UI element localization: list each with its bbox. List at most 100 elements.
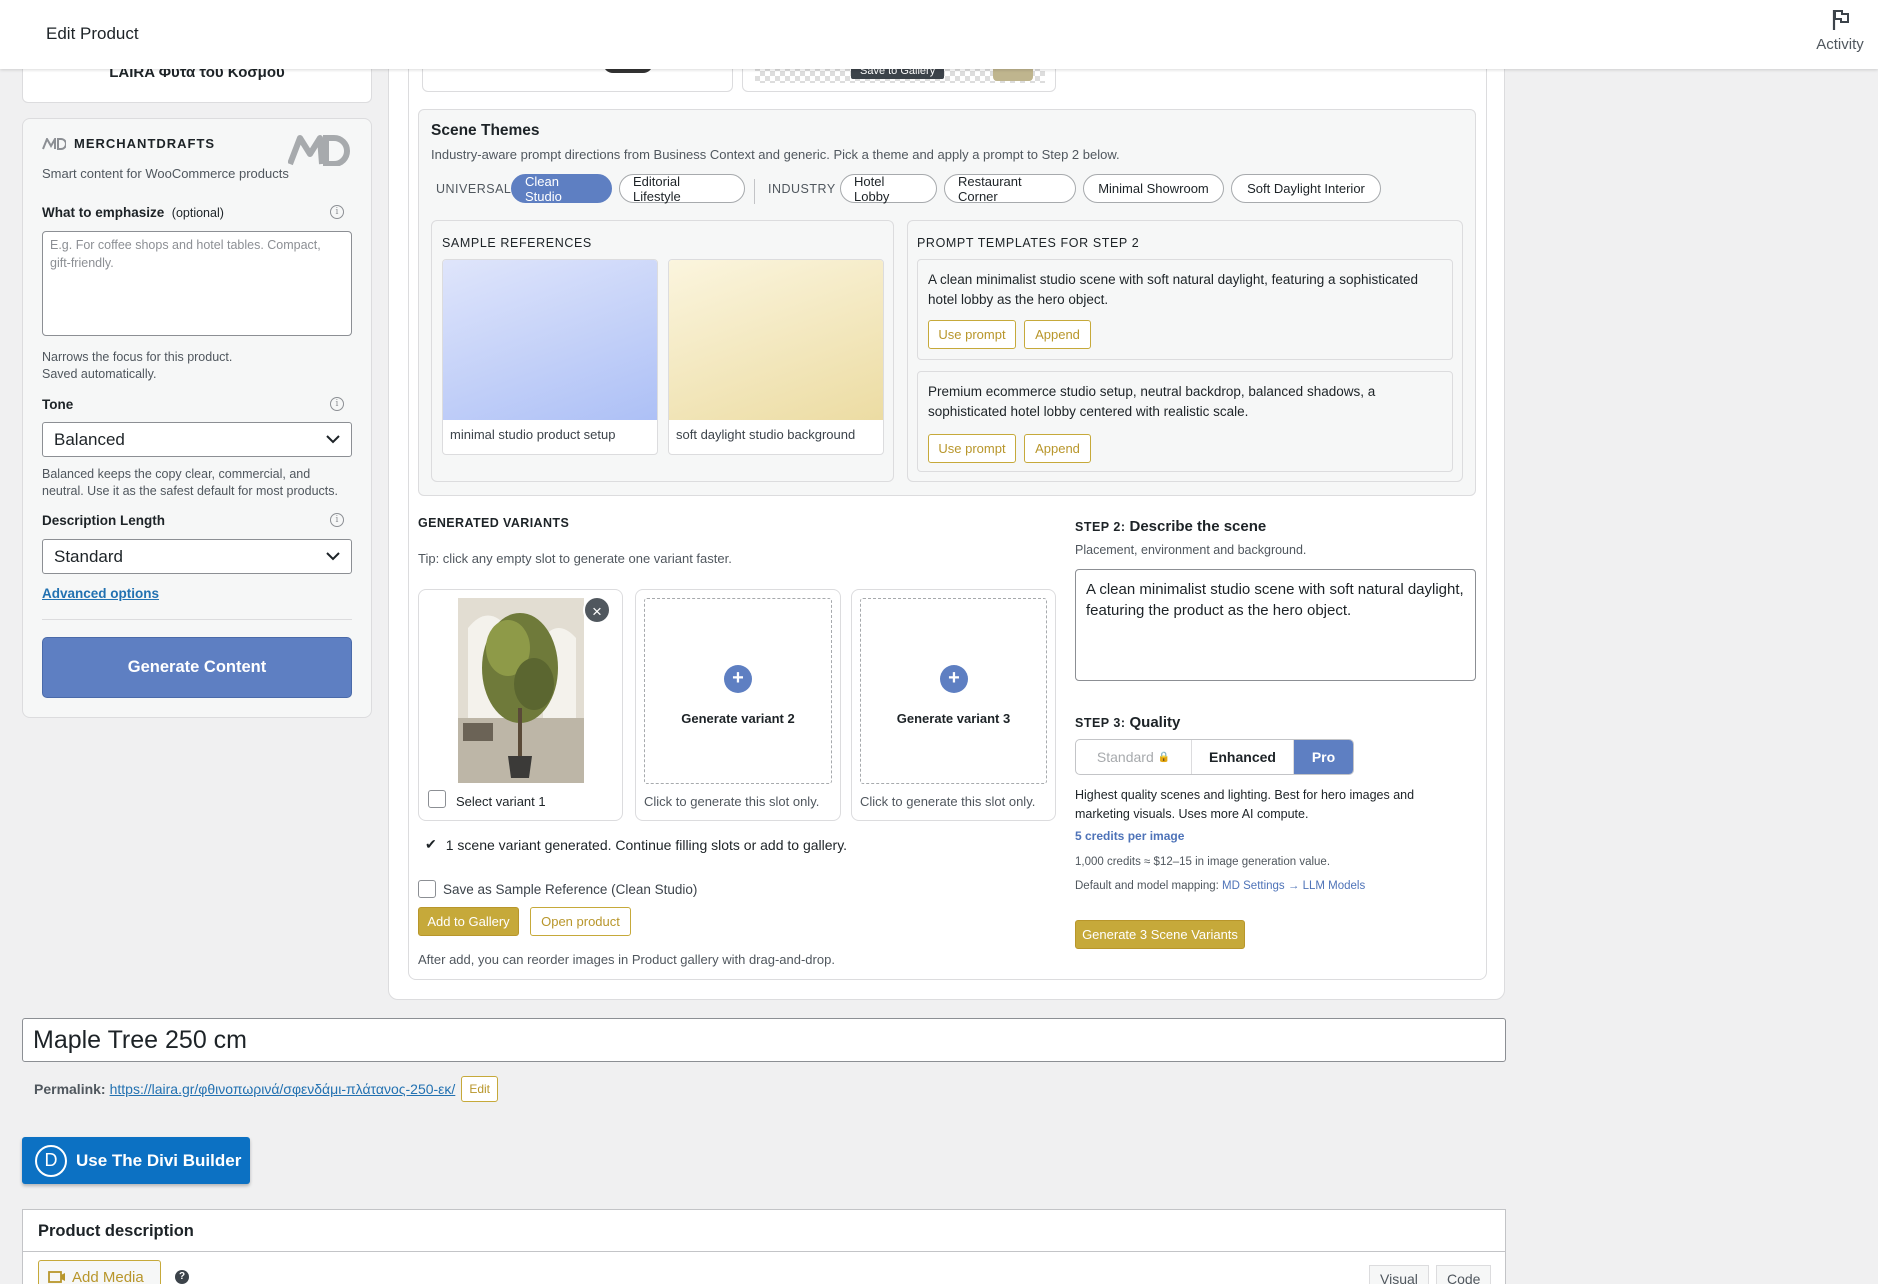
divider (42, 619, 352, 620)
use-prompt-button[interactable]: Use prompt (928, 434, 1016, 463)
select-variant-label: Select variant 1 (456, 794, 546, 809)
chip-editorial-lifestyle[interactable]: Editorial Lifestyle (619, 174, 745, 204)
help-line-2: Saved automatically. (42, 367, 157, 381)
md-settings-link[interactable]: MD Settings → LLM Models (1222, 880, 1365, 892)
step3-heading: STEP 3: Quality (1075, 714, 1180, 731)
divi-builder-button[interactable]: D Use The Divi Builder (22, 1137, 250, 1184)
generated-variants-heading: GENERATED VARIANTS (418, 516, 570, 530)
permalink: Permalink: https://laira.gr/φθινοπωρινά/… (34, 1076, 498, 1102)
length-select[interactable]: Standard (42, 539, 352, 574)
emphasize-label-text: What to emphasize (42, 205, 165, 220)
info-icon[interactable]: i (330, 397, 344, 411)
remove-variant-button[interactable]: × (583, 596, 611, 624)
variant-slot-2[interactable]: + Generate variant 2 Click to generate t… (635, 589, 841, 821)
open-product-button[interactable]: Open product (530, 907, 631, 936)
generate-scene-variants-button[interactable]: Generate 3 Scene Variants (1075, 920, 1245, 949)
variant-status: ✔ 1 scene variant generated. Continue fi… (425, 836, 847, 853)
step3-prefix: STEP 3: (1075, 716, 1126, 730)
quality-enhanced[interactable]: Enhanced (1192, 740, 1294, 774)
step2-prefix: STEP 2: (1075, 520, 1126, 534)
help-icon[interactable]: ? (175, 1270, 189, 1284)
quality-standard-label: Standard (1096, 749, 1154, 765)
empty-slot-area[interactable]: + Generate variant 2 (644, 598, 832, 784)
media-icon (48, 1271, 65, 1283)
prompt-template-text: Premium ecommerce studio setup, neutral … (928, 384, 1376, 419)
slot-footnote: Click to generate this slot only. (860, 794, 1036, 809)
add-media-button[interactable]: Add Media (38, 1260, 161, 1284)
use-prompt-button[interactable]: Use prompt (928, 320, 1016, 349)
scene-themes-subtitle: Industry-aware prompt directions from Bu… (431, 147, 1120, 162)
chip-minimal-showroom[interactable]: Minimal Showroom (1083, 174, 1224, 203)
page-title: Edit Product (46, 24, 139, 43)
chip-restaurant-corner[interactable]: Restaurant Corner (944, 174, 1076, 204)
prompt-template-text: A clean minimalist studio scene with sof… (928, 272, 1419, 307)
industry-label: INDUSTRY (768, 182, 836, 196)
quality-pro[interactable]: Pro (1294, 740, 1353, 774)
credits-value-note: 1,000 credits ≈ $12–15 in image generati… (1075, 856, 1331, 868)
prompt-template-card: A clean minimalist studio scene with sof… (917, 259, 1453, 360)
chevron-down-icon (326, 552, 340, 561)
sample-swatch (669, 260, 883, 420)
permalink-label: Permalink: (34, 1081, 106, 1097)
append-button[interactable]: Append (1024, 434, 1091, 463)
divi-logo-icon: D (35, 1144, 67, 1177)
info-icon[interactable]: i (330, 513, 344, 527)
chip-clean-studio[interactable]: Clean Studio (511, 174, 612, 204)
append-button[interactable]: Append (1024, 320, 1091, 349)
product-description-title: Product description (38, 1222, 194, 1240)
tone-select[interactable]: Balanced (42, 422, 352, 457)
chip-hotel-lobby[interactable]: Hotel Lobby (840, 174, 937, 204)
add-to-gallery-button[interactable]: Add to Gallery (418, 907, 519, 936)
plus-icon: + (724, 665, 752, 693)
quality-description: Highest quality scenes and lighting. Bes… (1075, 788, 1415, 821)
lock-icon: 🔒 (1157, 751, 1171, 763)
sample-caption: soft daylight studio background (676, 427, 856, 442)
brand-name: MERCHANTDRAFTS (74, 136, 216, 151)
md-small-logo-icon (42, 137, 66, 150)
edit-permalink-button[interactable]: Edit (461, 1076, 498, 1102)
sample-reference-card[interactable]: soft daylight studio background (668, 259, 884, 455)
variants-tip: Tip: click any empty slot to generate on… (418, 551, 732, 566)
check-icon: ✔ (425, 836, 437, 852)
permalink-url[interactable]: https://laira.gr/φθινοπωρινά/σφενδάμι-πλ… (110, 1081, 456, 1097)
emphasize-help: Narrows the focus for this product. Save… (42, 349, 232, 383)
variant-slot-3[interactable]: + Generate variant 3 Click to generate t… (851, 589, 1056, 821)
scene-description-textarea[interactable]: A clean minimalist studio scene with sof… (1075, 569, 1476, 681)
sample-caption: minimal studio product setup (450, 427, 616, 442)
quality-selector: Standard 🔒 Enhanced Pro (1075, 739, 1354, 775)
add-media-label: Add Media (72, 1268, 144, 1284)
generate-content-button[interactable]: Generate Content (42, 637, 352, 698)
sample-reference-card[interactable]: minimal studio product setup (442, 259, 658, 455)
advanced-options-link[interactable]: Advanced options (42, 586, 159, 601)
length-value: Standard (54, 546, 123, 566)
tab-code[interactable]: Code (1436, 1265, 1492, 1284)
step2-heading: STEP 2: Describe the scene (1075, 518, 1266, 535)
help-line-1: Narrows the focus for this product. (42, 350, 233, 364)
emphasize-textarea[interactable]: E.g. For coffee shops and hotel tables. … (42, 231, 352, 336)
slot-footnote: Click to generate this slot only. (644, 794, 820, 809)
brand-tagline: Smart content for WooCommerce products (42, 166, 289, 181)
variant-image[interactable] (458, 598, 584, 783)
quality-standard[interactable]: Standard 🔒 (1076, 740, 1192, 774)
product-title-input[interactable]: Maple Tree 250 cm (22, 1018, 1506, 1062)
select-variant-checkbox[interactable] (428, 790, 446, 808)
step3-title: Quality (1129, 714, 1181, 731)
save-sample-checkbox[interactable] (418, 880, 436, 898)
top-bar: Edit Product Activity (0, 0, 1878, 69)
variant-slot-1: × Select variant 1 (418, 589, 623, 821)
model-mapping: Default and model mapping: MD Settings →… (1075, 880, 1365, 892)
info-icon[interactable]: i (330, 205, 344, 219)
empty-slot-area[interactable]: + Generate variant 3 (860, 598, 1047, 784)
chevron-down-icon (326, 435, 340, 444)
product-description-header (22, 1209, 1506, 1252)
activity-button[interactable]: Activity (1810, 8, 1870, 53)
mapping-prefix: Default and model mapping: (1075, 880, 1219, 892)
emphasize-label: What to emphasize (optional) (42, 205, 224, 220)
flag-icon (1832, 10, 1849, 30)
tab-visual[interactable]: Visual (1369, 1265, 1429, 1284)
prompt-template-card: Premium ecommerce studio setup, neutral … (917, 371, 1453, 472)
chip-soft-daylight-interior[interactable]: Soft Daylight Interior (1231, 174, 1381, 203)
md-logo-icon (287, 134, 352, 169)
chip-separator (754, 179, 755, 204)
credits-per-image: 5 credits per image (1075, 829, 1185, 843)
